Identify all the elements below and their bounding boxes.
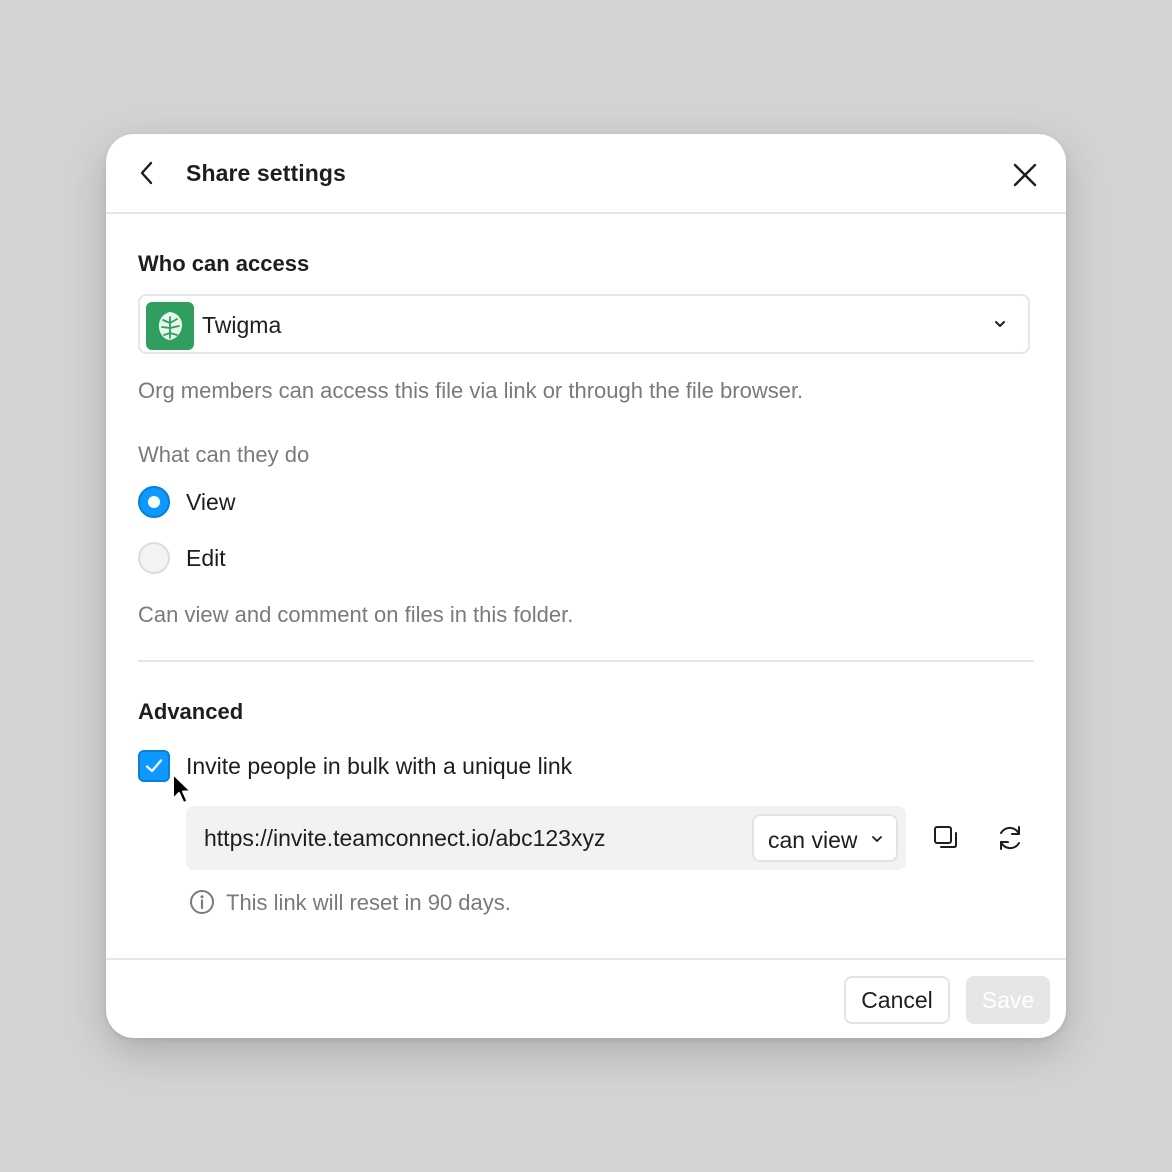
permission-helper-text: Can view and comment on files in this fo… <box>138 602 574 627</box>
organization-select[interactable]: Twigma <box>138 294 1030 354</box>
link-permission-select[interactable]: can view <box>752 814 898 862</box>
org-logo <box>146 302 194 350</box>
bulk-invite-label: Invite people in bulk with a unique link <box>186 753 573 779</box>
chevron-left-icon <box>140 161 153 185</box>
copy-icon <box>934 826 957 848</box>
link-permission-value: can view <box>768 827 858 853</box>
checkmark-icon <box>145 759 163 773</box>
org-name: Twigma <box>202 312 282 338</box>
share-settings-dialog: Share settings Who can access Twigma Org… <box>106 134 1066 1038</box>
close-icon <box>1013 163 1037 187</box>
back-button[interactable] <box>130 156 164 190</box>
access-helper-text: Org members can access this file via lin… <box>138 378 804 403</box>
radio-button-selected[interactable] <box>138 486 170 518</box>
invite-link-field[interactable]: https://invite.teamconnect.io/abc123xyz … <box>186 806 906 870</box>
invite-link-url[interactable]: https://invite.teamconnect.io/abc123xyz <box>204 825 605 852</box>
refresh-icon <box>1000 826 1020 850</box>
chevron-down-icon <box>872 836 882 842</box>
dialog-title: Share settings <box>186 160 346 186</box>
section-divider <box>138 660 1034 662</box>
leaf-logo-icon <box>158 312 182 340</box>
copy-link-button[interactable] <box>924 816 968 860</box>
cancel-button[interactable]: Cancel <box>844 976 950 1024</box>
what-can-they-do-label: What can they do <box>138 442 310 467</box>
info-icon <box>190 890 214 914</box>
reset-link-button[interactable] <box>988 816 1032 860</box>
save-button[interactable]: Save <box>966 976 1050 1024</box>
radio-view-label: View <box>186 489 236 515</box>
radio-edit-label: Edit <box>186 545 226 571</box>
bulk-invite-checkbox[interactable] <box>138 750 170 782</box>
dialog-header: Share settings <box>106 134 1066 214</box>
chevron-down-icon <box>995 321 1005 327</box>
close-button[interactable] <box>1006 156 1044 194</box>
radio-button-unselected[interactable] <box>138 542 170 574</box>
dialog-footer: Cancel Save <box>106 958 1066 1038</box>
who-can-access-label: Who can access <box>138 251 310 276</box>
link-reset-text: This link will reset in 90 days. <box>226 890 511 915</box>
advanced-label: Advanced <box>138 699 244 724</box>
mouse-pointer-icon <box>172 773 192 804</box>
